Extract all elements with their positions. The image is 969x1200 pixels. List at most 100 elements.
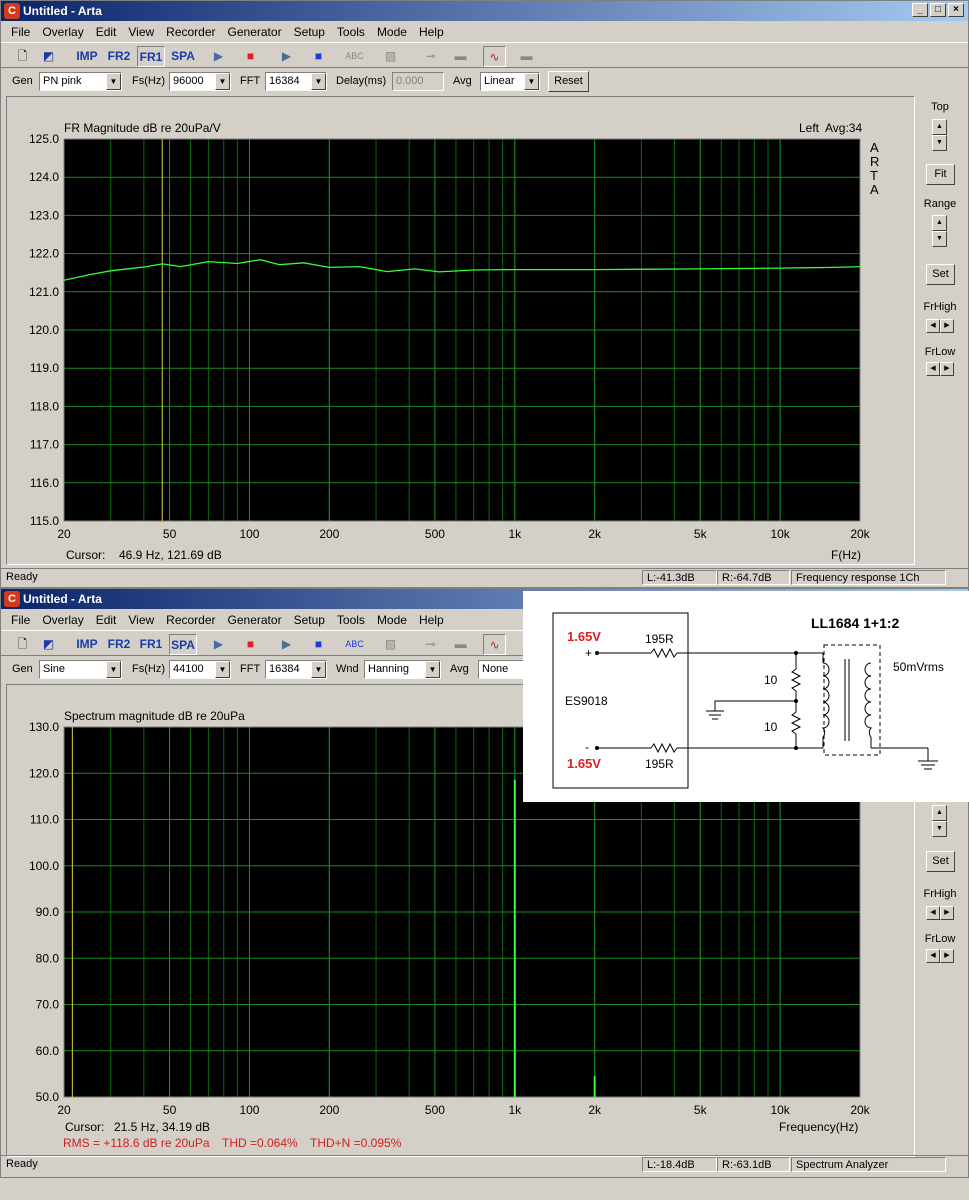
gen-select[interactable]: PN pink ▼: [39, 72, 122, 91]
x-tick-label: 100: [239, 1103, 259, 1117]
menu-file[interactable]: File: [5, 610, 36, 629]
fit-button[interactable]: Fit: [926, 164, 955, 185]
menu-setup[interactable]: Setup: [288, 610, 331, 629]
plot-title: Spectrum magnitude dB re 20uPa: [64, 709, 245, 723]
top-spinner[interactable]: ▲ ▼: [932, 119, 947, 151]
maximize-button[interactable]: □: [930, 3, 946, 17]
menu-mode[interactable]: Mode: [371, 610, 413, 629]
menu-help[interactable]: Help: [413, 610, 450, 629]
y-tick-label: 120.0: [29, 323, 59, 337]
record-play-icon[interactable]: ▶: [275, 46, 298, 67]
probe-icon[interactable]: ⊸: [419, 46, 442, 67]
x-tick-label: 5k: [694, 527, 708, 541]
close-button[interactable]: ×: [948, 3, 964, 17]
new-file-icon[interactable]: 🗋: [11, 634, 34, 655]
mode-fr1-button[interactable]: FR1: [137, 46, 165, 67]
menu-tools[interactable]: Tools: [331, 610, 371, 629]
avg-select[interactable]: None: [478, 660, 528, 679]
down-arrow-icon[interactable]: ▼: [932, 135, 947, 151]
menu-generator[interactable]: Generator: [222, 22, 288, 41]
abc-icon[interactable]: ABC: [343, 46, 366, 67]
menu-generator[interactable]: Generator: [222, 610, 288, 629]
menu-edit[interactable]: Edit: [90, 610, 123, 629]
menu-file[interactable]: File: [5, 22, 36, 41]
meter-icon[interactable]: ▬: [449, 46, 472, 67]
menu-overlay[interactable]: Overlay: [36, 22, 89, 41]
wnd-select[interactable]: Hanning ▼: [364, 660, 441, 679]
mode-fr2-button[interactable]: FR2: [105, 634, 133, 655]
abc-icon[interactable]: ABC: [343, 634, 366, 655]
play-icon[interactable]: ▶: [207, 46, 230, 67]
mode-spa-button[interactable]: SPA: [169, 634, 197, 655]
x-tick-label: 50: [163, 1103, 177, 1117]
gen-select[interactable]: Sine ▼: [39, 660, 122, 679]
up-arrow-icon[interactable]: ▲: [932, 805, 947, 821]
hatch-icon[interactable]: ▨: [379, 634, 402, 655]
menu-overlay[interactable]: Overlay: [36, 610, 89, 629]
mode-spa-button[interactable]: SPA: [169, 46, 197, 67]
menu-recorder[interactable]: Recorder: [160, 22, 221, 41]
sine-icon[interactable]: ∿: [483, 46, 506, 67]
y-tick-label: 115.0: [30, 514, 59, 528]
stop-icon[interactable]: ■: [239, 46, 262, 67]
menu-view[interactable]: View: [122, 22, 160, 41]
menu-help[interactable]: Help: [413, 22, 450, 41]
down-arrow-icon[interactable]: ▼: [932, 821, 947, 837]
open-file-icon[interactable]: ◩: [37, 634, 60, 655]
record-stop-icon[interactable]: ■: [307, 46, 330, 67]
play-icon[interactable]: ▶: [207, 634, 230, 655]
menu-setup[interactable]: Setup: [288, 22, 331, 41]
left-arrow-icon[interactable]: ◀: [926, 362, 940, 376]
reset-button[interactable]: Reset: [548, 71, 589, 92]
left-arrow-icon[interactable]: ◀: [926, 319, 940, 333]
fs-select[interactable]: 96000 ▼: [169, 72, 231, 91]
right-arrow-icon[interactable]: ▶: [940, 362, 954, 376]
x-tick-label: 10k: [770, 1103, 790, 1117]
sine-icon[interactable]: ∿: [483, 634, 506, 655]
x-tick-label: 200: [319, 1103, 339, 1117]
mode-imp-button[interactable]: IMP: [73, 46, 101, 67]
title-bar[interactable]: C Untitled - Arta _ □ ×: [1, 1, 968, 21]
fft-select[interactable]: 16384 ▼: [265, 660, 327, 679]
right-arrow-icon[interactable]: ▶: [940, 906, 954, 920]
left-arrow-icon[interactable]: ◀: [926, 949, 940, 963]
record-play-icon[interactable]: ▶: [275, 634, 298, 655]
range-label: Range: [923, 198, 957, 210]
arta-app-icon: C: [4, 591, 20, 607]
gray-button-icon[interactable]: ▬: [515, 46, 538, 67]
meter-icon[interactable]: ▬: [449, 634, 472, 655]
up-arrow-icon[interactable]: ▲: [932, 215, 947, 231]
x-tick-label: 2k: [588, 1103, 602, 1117]
mode-fr1-button[interactable]: FR1: [137, 634, 165, 655]
mode-imp-button[interactable]: IMP: [73, 634, 101, 655]
r-bottom-label: 195R: [645, 757, 674, 771]
menu-tools[interactable]: Tools: [331, 22, 371, 41]
menu-recorder[interactable]: Recorder: [160, 610, 221, 629]
up-arrow-icon[interactable]: ▲: [932, 119, 947, 135]
fs-select[interactable]: 44100 ▼: [169, 660, 231, 679]
right-arrow-icon[interactable]: ▶: [940, 319, 954, 333]
new-file-icon[interactable]: 🗋: [11, 46, 34, 67]
probe-icon[interactable]: ⊸: [419, 634, 442, 655]
menu-edit[interactable]: Edit: [90, 22, 123, 41]
hatch-icon[interactable]: ▨: [379, 46, 402, 67]
avg-select[interactable]: Linear ▼: [480, 72, 540, 91]
set-button[interactable]: Set: [926, 851, 955, 872]
delay-input[interactable]: 0.000: [392, 72, 444, 91]
minimize-button[interactable]: _: [912, 3, 928, 17]
fr-chart[interactable]: 125.0 124.0 123.0 122.0 121.0 120.0 119.0 118.0…: [7, 97, 914, 564]
menu-mode[interactable]: Mode: [371, 22, 413, 41]
range-spinner[interactable]: ▲ ▼: [932, 805, 947, 837]
chevron-down-icon: ▼: [215, 73, 230, 90]
range-spinner[interactable]: ▲ ▼: [932, 215, 947, 247]
stop-icon[interactable]: ■: [239, 634, 262, 655]
menu-view[interactable]: View: [122, 610, 160, 629]
left-arrow-icon[interactable]: ◀: [926, 906, 940, 920]
open-file-icon[interactable]: ◩: [37, 46, 60, 67]
fft-select[interactable]: 16384 ▼: [265, 72, 327, 91]
right-arrow-icon[interactable]: ▶: [940, 949, 954, 963]
down-arrow-icon[interactable]: ▼: [932, 231, 947, 247]
mode-fr2-button[interactable]: FR2: [105, 46, 133, 67]
record-stop-icon[interactable]: ■: [307, 634, 330, 655]
set-button[interactable]: Set: [926, 264, 955, 285]
